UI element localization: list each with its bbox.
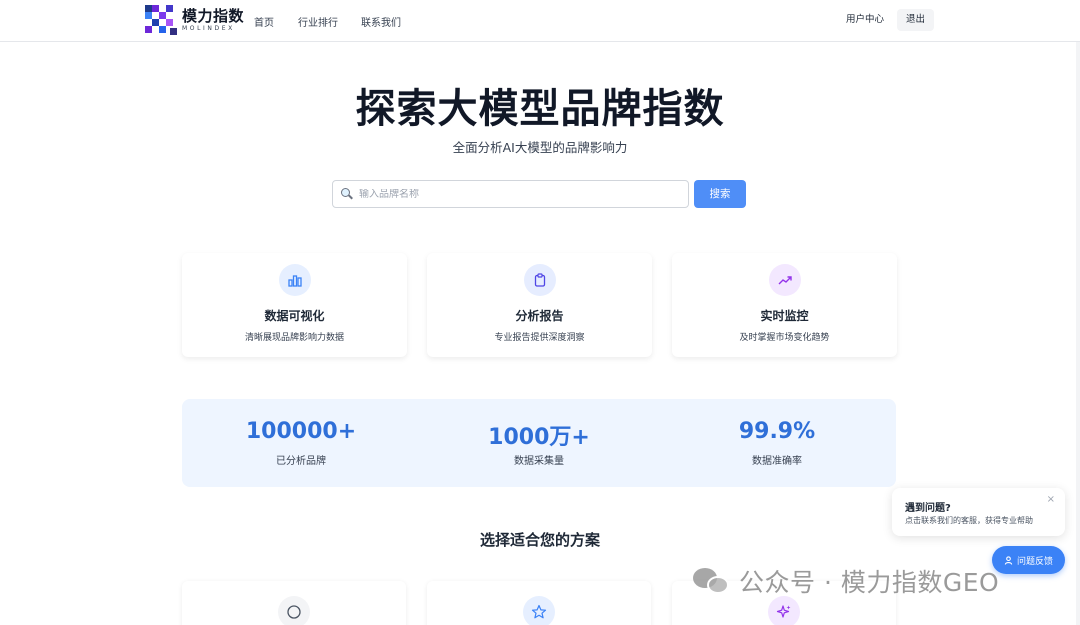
logo-subtext: MOLINDEX xyxy=(182,25,235,32)
help-desc: 点击联系我们的客服，获得专业帮助 xyxy=(905,516,1033,525)
feature-card-visualization: 数据可视化 清晰展现品牌影响力数据 xyxy=(182,253,407,357)
feature-desc: 清晰展现品牌影响力数据 xyxy=(244,333,344,343)
star-icon xyxy=(523,596,555,625)
user-icon xyxy=(1004,555,1013,565)
nav-link-rankings[interactable]: 行业排行 xyxy=(298,14,338,29)
plan-card[interactable] xyxy=(182,581,406,625)
trend-up-icon xyxy=(769,264,801,296)
help-title: 遇到问题? xyxy=(905,503,951,514)
feature-desc: 专业报告提供深度洞察 xyxy=(494,333,585,343)
hero-title: 探索大模型品牌指数 xyxy=(355,86,725,132)
nav-link-home[interactable]: 首页 xyxy=(254,14,274,29)
logout-button[interactable]: 退出 xyxy=(897,9,935,31)
stat-value: 1000万+ xyxy=(488,425,590,450)
circle-icon xyxy=(278,596,310,625)
hero-subtitle: 全面分析AI大模型的品牌影响力 xyxy=(452,140,628,155)
logo-icon xyxy=(145,5,177,35)
stat-label: 数据准确率 xyxy=(752,456,802,467)
user-center-link[interactable]: 用户中心 xyxy=(846,9,884,31)
stat-value: 99.9% xyxy=(738,419,816,444)
nav-link-contact[interactable]: 联系我们 xyxy=(361,14,401,29)
feature-card-report: 分析报告 专业报告提供深度洞察 xyxy=(427,253,652,357)
search-box[interactable] xyxy=(332,180,689,208)
feature-title: 实时监控 xyxy=(760,309,809,323)
wechat-icon xyxy=(693,566,731,596)
sparkle-icon xyxy=(768,596,800,625)
help-popover: 遇到问题? 点击联系我们的客服，获得专业帮助 × xyxy=(892,488,1065,536)
feature-desc: 及时掌握市场变化趋势 xyxy=(739,333,830,343)
search-button[interactable]: 搜索 xyxy=(694,180,746,208)
watermark-text: 公众号 · 模力指数GEO xyxy=(739,568,1000,597)
stats-panel: 100000+ 已分析品牌 1000万+ 数据采集量 99.9% 数据准确率 xyxy=(182,399,896,487)
feature-title: 数据可视化 xyxy=(264,309,325,323)
watermark: 公众号 · 模力指数GEO xyxy=(693,563,999,599)
feedback-button[interactable]: 问题反馈 xyxy=(992,546,1065,574)
logo-text: 模力指数 xyxy=(182,7,245,25)
search-icon xyxy=(341,188,353,200)
stat-label: 数据采集量 xyxy=(514,456,564,467)
search-input[interactable] xyxy=(359,188,679,200)
bar-chart-icon xyxy=(279,264,311,296)
feature-title: 分析报告 xyxy=(515,309,564,323)
clipboard-icon xyxy=(524,264,556,296)
close-icon[interactable]: × xyxy=(1047,494,1055,505)
feedback-label: 问题反馈 xyxy=(1016,556,1053,567)
stat-value: 100000+ xyxy=(245,419,357,444)
feature-card-monitoring: 实时监控 及时掌握市场变化趋势 xyxy=(672,253,897,357)
top-nav: 模力指数 MOLINDEX 首页 行业排行 联系我们 用户中心 退出 xyxy=(0,0,1080,42)
stat-label: 已分析品牌 xyxy=(276,456,326,467)
scrollbar[interactable] xyxy=(1076,42,1080,625)
plan-card[interactable] xyxy=(427,581,651,625)
logo[interactable]: 模力指数 MOLINDEX xyxy=(145,5,244,35)
page: 模力指数 MOLINDEX 首页 行业排行 联系我们 用户中心 退出 探索大模型… xyxy=(0,0,1080,625)
